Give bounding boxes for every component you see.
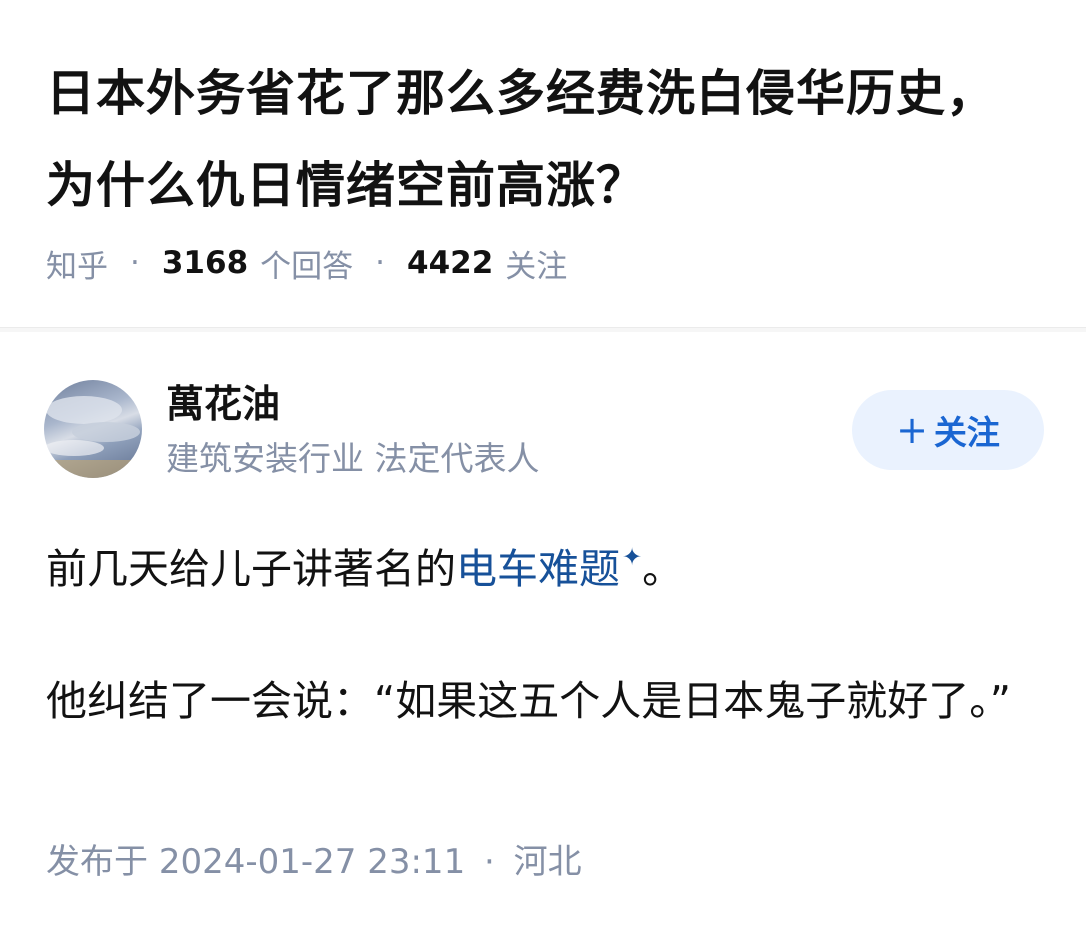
publish-location: 河北 [513,842,582,882]
follow-button-label: 关注 [933,413,1000,452]
question-title[interactable]: 日本外务省花了那么多经费洗白侵华历史，为什么仇日情绪空前高涨？ [46,48,1006,232]
follower-count: 4422 [407,245,494,281]
answer-paragraph: 前几天给儿子讲著名的电车难题✦。 [46,522,1041,604]
meta-dot-separator: · [130,245,140,281]
author-headline: 建筑安装行业 法定代表人 [166,439,540,478]
section-divider [0,328,1086,332]
meta-dot-separator: · [375,245,385,281]
source-label: 知乎 [46,248,108,285]
author-row: 萬花油 建筑安装行业 法定代表人 + 关注 [0,372,1086,484]
answer-text: 前几天给儿子讲著名的 [46,545,456,593]
answer-text: 。 [642,545,684,593]
location-separator: · [484,842,495,882]
publish-info: 发布于 2024-01-27 23:11 · 河北 [46,836,582,888]
answer-body: 前几天给儿子讲著名的电车难题✦。 他纠结了一会说：“如果这五个人是日本鬼子就好了… [46,522,1041,736]
publish-label: 发布于 [46,842,148,882]
publish-time: 2024-01-27 23:11 [158,842,466,882]
author-name[interactable]: 萬花油 [166,378,280,430]
question-card: 日本外务省花了那么多经费洗白侵华历史，为什么仇日情绪空前高涨？ 知乎 · 316… [0,0,1086,328]
avatar[interactable] [44,380,142,478]
answer-paragraph: 他纠结了一会说：“如果这五个人是日本鬼子就好了。” [46,677,1011,725]
answer-count-label: 个回答 [260,248,354,285]
trolley-problem-link[interactable]: 电车难题✦ [456,543,643,593]
link-text: 电车难题 [456,545,620,593]
sparkle-icon: ✦ [622,543,643,571]
answer-count: 3168 [161,245,249,281]
question-meta: 知乎 · 3168 个回答 · 4422 关注 [46,240,567,286]
plus-icon: + [896,408,928,452]
follower-count-label: 关注 [505,248,568,285]
follow-button[interactable]: + 关注 [852,390,1044,470]
